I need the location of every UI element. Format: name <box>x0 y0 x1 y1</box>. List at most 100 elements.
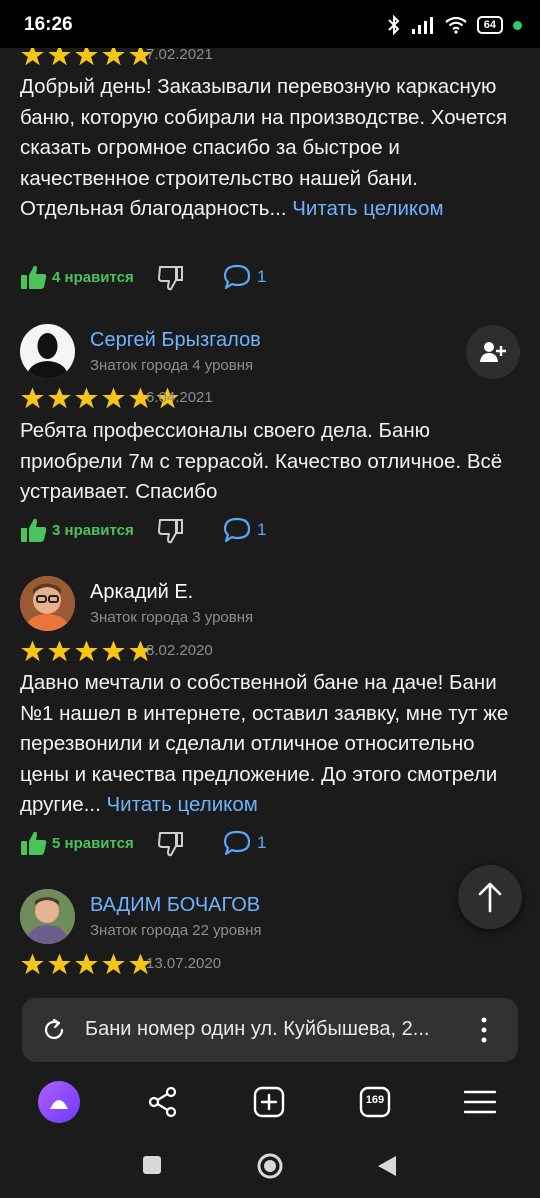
active-dot-icon <box>513 20 522 30</box>
read-more-link[interactable]: Читать целиком <box>292 197 443 220</box>
add-user-icon <box>480 342 506 362</box>
home-circle-icon[interactable] <box>256 1152 284 1180</box>
read-more-link[interactable]: Читать целиком <box>107 793 258 816</box>
star-icon <box>48 387 71 409</box>
author-level: Знаток города 4 уровня <box>90 357 254 374</box>
author-name[interactable]: Аркадий Е. <box>90 581 193 604</box>
star-icon <box>75 953 98 975</box>
review-date: 13.07.2020 <box>146 955 222 972</box>
dislike-button[interactable] <box>157 517 185 550</box>
star-icon <box>102 48 125 66</box>
review-date: 6.04.2021 <box>146 389 213 406</box>
author-level: Знаток города 22 уровня <box>90 922 262 939</box>
user-photo-icon <box>20 889 75 944</box>
subscribe-button[interactable] <box>466 325 520 379</box>
comment-count: 1 <box>257 520 267 539</box>
system-nav-bar <box>0 1145 540 1185</box>
thumbs-down-icon <box>158 266 183 291</box>
tabs-count: 169 <box>365 1094 385 1106</box>
dislike-button[interactable] <box>157 264 185 297</box>
wifi-icon <box>445 16 467 34</box>
share-button[interactable] <box>141 1080 185 1124</box>
comment-count: 1 <box>257 833 267 852</box>
star-icon <box>102 387 125 409</box>
like-count: 3 нравится <box>52 521 134 539</box>
review-date: 8.02.2020 <box>146 642 213 659</box>
scroll-to-top-button[interactable] <box>458 865 522 929</box>
like-count: 5 нравится <box>52 834 134 852</box>
comments-button[interactable]: 1 <box>223 830 266 856</box>
star-icon <box>21 387 44 409</box>
star-icon <box>75 387 98 409</box>
comment-icon <box>223 264 251 290</box>
avatar[interactable] <box>20 889 75 944</box>
like-button[interactable]: 5 нравится <box>20 830 134 856</box>
star-icon <box>102 640 125 662</box>
more-vertical-icon[interactable] <box>480 1017 488 1043</box>
alice-icon <box>38 1081 80 1123</box>
hamburger-menu-icon <box>463 1090 497 1114</box>
signal-icon <box>411 17 433 34</box>
share-icon <box>148 1086 177 1118</box>
review-actions: 3 нравится 1 <box>20 517 420 547</box>
comments-button[interactable]: 1 <box>223 264 266 290</box>
thumbs-up-icon <box>21 831 47 855</box>
star-icon <box>102 953 125 975</box>
thumbs-down-icon <box>158 832 183 857</box>
page-title[interactable]: Бани номер один ул. Куйбышева, 2... <box>85 1018 429 1041</box>
like-button[interactable]: 4 нравится <box>20 264 134 290</box>
tabs-button[interactable]: 169 <box>353 1080 397 1124</box>
back-triangle-icon[interactable] <box>376 1154 398 1178</box>
review-text: Добрый день! Заказывали перевозную карка… <box>20 72 520 225</box>
thumbs-down-icon <box>158 519 183 544</box>
address-bar[interactable]: Бани номер один ул. Куйбышева, 2... <box>22 998 518 1062</box>
comment-count: 1 <box>257 267 267 286</box>
star-icon <box>21 640 44 662</box>
avatar[interactable] <box>20 576 75 631</box>
author-level: Знаток города 3 уровня <box>90 609 254 626</box>
thumbs-up-icon <box>21 518 47 542</box>
reload-icon[interactable] <box>42 1018 66 1042</box>
star-icon <box>75 48 98 66</box>
new-tab-button[interactable] <box>247 1080 291 1124</box>
like-button[interactable]: 3 нравится <box>20 517 134 543</box>
add-square-icon <box>253 1086 285 1118</box>
status-icons: 64 <box>387 14 522 36</box>
review-actions: 5 нравится 1 <box>20 830 420 860</box>
alice-button[interactable] <box>37 1080 81 1124</box>
star-icon <box>21 48 44 66</box>
comment-icon <box>223 830 251 856</box>
author-name[interactable]: Сергей Брызгалов <box>90 329 261 352</box>
star-icon <box>75 640 98 662</box>
review-actions: 4 нравится 1 <box>20 264 420 294</box>
recents-square-icon[interactable] <box>142 1155 162 1175</box>
dislike-button[interactable] <box>157 830 185 863</box>
user-silhouette-icon <box>26 333 69 379</box>
bluetooth-icon <box>388 15 400 35</box>
star-icon <box>48 953 71 975</box>
avatar[interactable] <box>20 324 75 379</box>
review-text: Давно мечтали о собственной бане на даче… <box>20 668 520 821</box>
review-body: Давно мечтали о собственной бане на даче… <box>20 671 509 816</box>
comments-button[interactable]: 1 <box>223 517 266 543</box>
review-text: Ребята профессионалы своего дела. Баню п… <box>20 419 503 503</box>
thumbs-up-icon <box>21 265 47 289</box>
menu-button[interactable] <box>458 1080 502 1124</box>
status-bar: 16:26 64 <box>0 0 540 48</box>
author-name[interactable]: ВАДИМ БОЧАГОВ <box>90 894 260 917</box>
status-time: 16:26 <box>24 14 73 35</box>
star-icon <box>21 953 44 975</box>
comment-icon <box>223 517 251 543</box>
browser-bottom-bar: Бани номер один ул. Куйбышева, 2... 169 <box>0 985 540 1198</box>
reviews-list[interactable]: 7.02.2021 Добрый день! Заказывали перево… <box>0 48 540 985</box>
battery-indicator: 64 <box>476 16 503 34</box>
rating-stars <box>20 640 153 662</box>
rating-stars <box>20 953 153 975</box>
star-icon <box>48 48 71 66</box>
rating-stars <box>20 48 153 66</box>
star-icon <box>48 640 71 662</box>
review-date: 7.02.2021 <box>146 48 213 63</box>
browser-nav: 169 <box>0 1080 540 1124</box>
arrow-up-icon <box>478 882 502 913</box>
user-photo-icon <box>20 576 75 631</box>
